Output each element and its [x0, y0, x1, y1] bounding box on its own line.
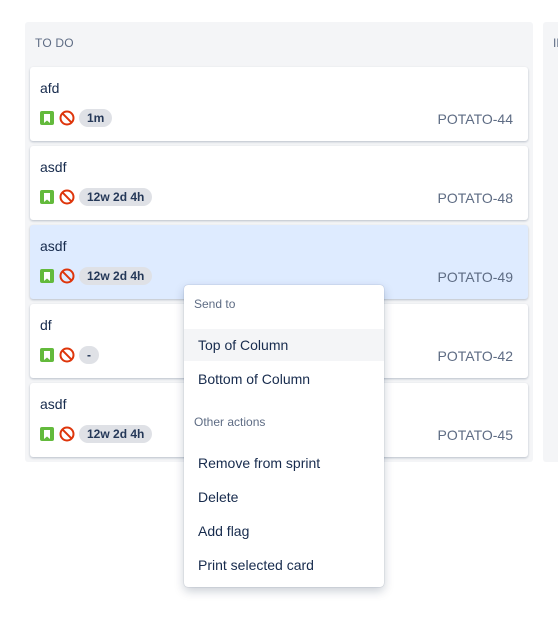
story-icon — [40, 111, 54, 125]
card-summary: afd — [40, 80, 60, 96]
card-summary: df — [40, 317, 52, 333]
menu-item-remove-from-sprint[interactable]: Remove from sprint — [184, 447, 384, 479]
menu-heading-send-to: Send to — [194, 297, 236, 311]
blocker-icon — [59, 347, 75, 363]
card-summary: asdf — [40, 396, 67, 412]
estimate-badge: 12w 2d 4h — [79, 267, 153, 285]
board: TO DO afd 1m POTATO-44 asdf 12w 2d 4h PO… — [0, 0, 558, 635]
menu-item-top-of-column[interactable]: Top of Column — [184, 329, 384, 361]
issue-key[interactable]: POTATO-45 — [438, 427, 513, 443]
card-context-menu: Send to Top of Column Bottom of Column O… — [184, 285, 384, 587]
blocker-icon — [59, 110, 75, 126]
issue-key[interactable]: POTATO-48 — [438, 190, 513, 206]
story-icon — [40, 427, 54, 441]
menu-item-delete[interactable]: Delete — [184, 481, 384, 513]
story-icon — [40, 269, 54, 283]
issue-key[interactable]: POTATO-42 — [438, 348, 513, 364]
blocker-icon — [59, 426, 75, 442]
column-in-progress: IN — [543, 22, 558, 462]
story-icon — [40, 348, 54, 362]
estimate-badge: 12w 2d 4h — [79, 425, 153, 443]
column-title: TO DO — [35, 36, 74, 50]
issue-card[interactable]: afd 1m POTATO-44 — [30, 67, 528, 141]
menu-heading-other-actions: Other actions — [194, 415, 266, 429]
issue-key[interactable]: POTATO-44 — [438, 111, 513, 127]
issue-card[interactable]: asdf 12w 2d 4h POTATO-48 — [30, 146, 528, 220]
blocker-icon — [59, 268, 75, 284]
story-icon — [40, 190, 54, 204]
estimate-badge: 1m — [79, 109, 113, 127]
menu-item-add-flag[interactable]: Add flag — [184, 515, 384, 547]
column-title: IN — [553, 36, 558, 50]
card-summary: asdf — [40, 238, 67, 254]
issue-key[interactable]: POTATO-49 — [438, 269, 513, 285]
menu-item-bottom-of-column[interactable]: Bottom of Column — [184, 363, 384, 395]
estimate-badge: - — [79, 346, 99, 364]
estimate-badge: 12w 2d 4h — [79, 188, 153, 206]
card-summary: asdf — [40, 159, 67, 175]
blocker-icon — [59, 189, 75, 205]
menu-item-print-selected-card[interactable]: Print selected card — [184, 549, 384, 581]
